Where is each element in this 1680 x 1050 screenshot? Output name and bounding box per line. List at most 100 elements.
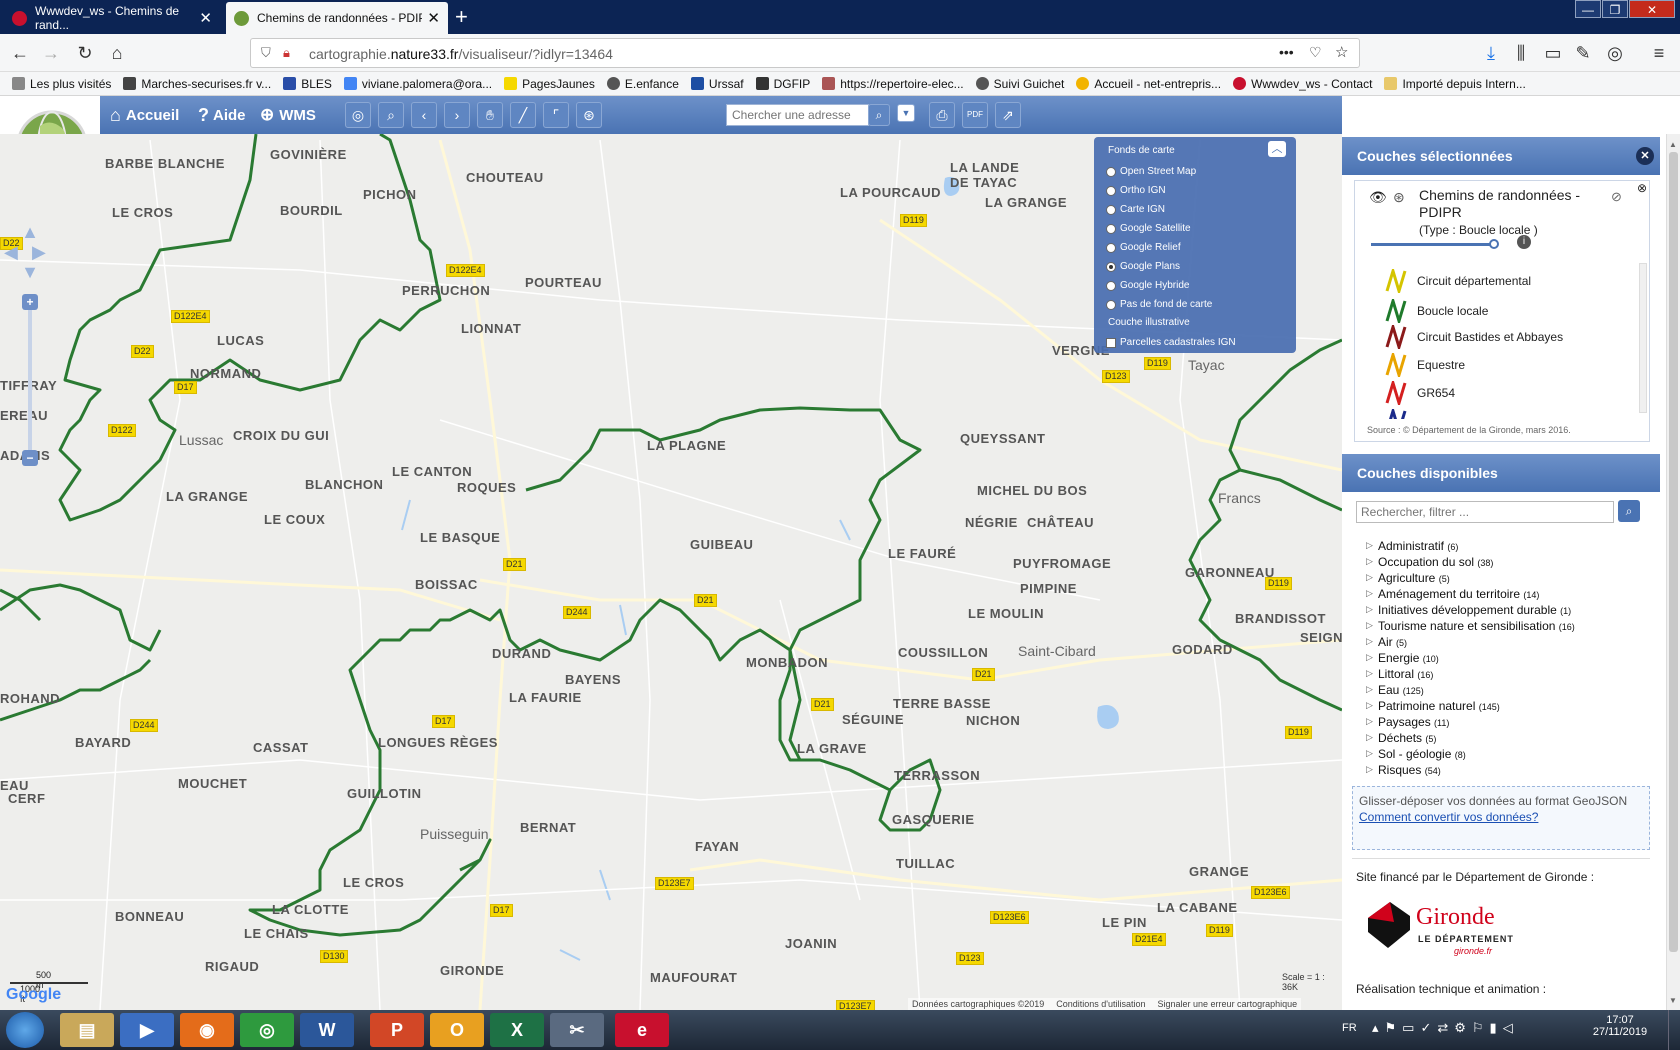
remove-layer-icon[interactable]: ⊗ bbox=[1637, 181, 1647, 195]
outlook-icon[interactable]: O bbox=[430, 1013, 484, 1047]
radio-button[interactable] bbox=[1106, 223, 1116, 234]
bookmark-item[interactable]: viviane.palomera@ora... bbox=[343, 77, 492, 91]
collapse-icon[interactable]: ︿ bbox=[1268, 141, 1286, 157]
basemap-option[interactable]: Google Hybride bbox=[1106, 280, 1189, 291]
radio-button[interactable] bbox=[1106, 166, 1116, 177]
language-indicator[interactable]: FR bbox=[1342, 1022, 1357, 1034]
close-tab-icon[interactable]: ✕ bbox=[199, 9, 212, 27]
basemap-option[interactable]: Pas de fond de carte bbox=[1106, 299, 1212, 310]
pen-icon[interactable]: ✎ bbox=[1570, 40, 1596, 66]
basemap-option[interactable]: Ortho IGN bbox=[1106, 185, 1166, 196]
category-item[interactable]: ▷ Patrimoine naturel (145) bbox=[1366, 699, 1500, 713]
search-options-icon[interactable]: ▼ bbox=[897, 104, 915, 122]
radio-button-selected[interactable] bbox=[1106, 261, 1116, 272]
expand-icon[interactable]: ▷ bbox=[1366, 684, 1373, 695]
pocket-icon[interactable]: ♡ bbox=[1309, 44, 1322, 61]
scroll-down-icon[interactable]: ▼ bbox=[1669, 996, 1677, 1005]
address-search-input[interactable] bbox=[726, 104, 869, 126]
back-button[interactable]: ← bbox=[7, 40, 33, 66]
expand-icon[interactable]: ▷ bbox=[1366, 748, 1373, 759]
radio-button[interactable] bbox=[1106, 280, 1116, 291]
search-icon[interactable]: ⌕ bbox=[1618, 500, 1640, 522]
app-icon[interactable]: e bbox=[615, 1013, 669, 1047]
basemap-option[interactable]: Google Relief bbox=[1106, 242, 1181, 253]
info-icon[interactable]: i bbox=[1517, 235, 1531, 249]
bookmark-folder[interactable]: Importé depuis Intern... bbox=[1384, 77, 1526, 91]
page-scrollbar[interactable]: ▲ ▼ bbox=[1666, 134, 1680, 1010]
gironde-logo[interactable]: Gironde LE DÉPARTEMENT gironde.fr bbox=[1364, 896, 1524, 958]
category-item[interactable]: ▷ Risques (54) bbox=[1366, 763, 1441, 777]
pan-up-icon[interactable]: ▲ bbox=[18, 222, 42, 242]
insecure-lock-icon[interactable]: 🔒︎ bbox=[283, 45, 290, 61]
report-error-link[interactable]: Signaler une erreur cartographique bbox=[1158, 999, 1298, 1009]
word-icon[interactable]: W bbox=[300, 1013, 354, 1047]
tools-icon[interactable]: ✂ bbox=[550, 1013, 604, 1047]
category-item[interactable]: ▷ Energie (10) bbox=[1366, 651, 1439, 665]
opacity-handle[interactable] bbox=[1489, 239, 1499, 249]
account-icon[interactable]: ◎ bbox=[1602, 40, 1628, 66]
tab-wwwdev[interactable]: Wwwdev_ws - Chemins de rand... ✕ bbox=[4, 2, 220, 34]
expand-icon[interactable]: ▷ bbox=[1366, 636, 1373, 647]
pan-down-icon[interactable]: ▼ bbox=[18, 262, 42, 282]
measure-area-button[interactable]: ⌜ bbox=[543, 102, 569, 128]
next-view-button[interactable]: › bbox=[444, 102, 470, 128]
maximize-button[interactable]: ❐ bbox=[1602, 0, 1628, 18]
close-tab-icon[interactable]: ✕ bbox=[427, 9, 440, 27]
expand-icon[interactable]: ▷ bbox=[1366, 556, 1373, 567]
previous-view-button[interactable]: ‹ bbox=[411, 102, 437, 128]
scroll-thumb[interactable] bbox=[1669, 152, 1678, 952]
tray-icons[interactable]: ▴⚑▭✓⇄⚙⚐▮◁ bbox=[1372, 1020, 1519, 1036]
firefox-icon[interactable]: ◉ bbox=[180, 1013, 234, 1047]
category-item[interactable]: ▷ Air (5) bbox=[1366, 635, 1407, 649]
forward-button[interactable]: → bbox=[38, 40, 64, 66]
expand-icon[interactable]: ▷ bbox=[1366, 588, 1373, 599]
home-nav[interactable]: ⌂ Accueil bbox=[110, 102, 179, 128]
expand-icon[interactable]: ▷ bbox=[1366, 540, 1373, 551]
expand-icon[interactable]: ▷ bbox=[1366, 572, 1373, 583]
expand-icon[interactable]: ▷ bbox=[1366, 652, 1373, 663]
new-tab-button[interactable]: + bbox=[455, 4, 468, 30]
downloads-icon[interactable]: ⤓ bbox=[1478, 40, 1504, 66]
category-item[interactable]: ▷ Tourisme nature et sensibilisation (16) bbox=[1366, 619, 1575, 633]
zoom-slider[interactable] bbox=[28, 310, 32, 450]
chrome-icon[interactable]: ◎ bbox=[240, 1013, 294, 1047]
tab-chemins[interactable]: Chemins de randonnées - PDIP ✕ bbox=[226, 2, 448, 34]
library-icon[interactable]: ⫼ bbox=[1508, 40, 1534, 66]
basemap-option[interactable]: Google Plans bbox=[1106, 261, 1180, 272]
category-item[interactable]: ▷ Paysages (11) bbox=[1366, 715, 1449, 729]
category-item[interactable]: ▷ Sol - géologie (8) bbox=[1366, 747, 1466, 761]
media-player-icon[interactable]: ▶ bbox=[120, 1013, 174, 1047]
bookmark-item[interactable]: Wwwdev_ws - Contact bbox=[1233, 77, 1372, 91]
expand-icon[interactable]: ▷ bbox=[1366, 700, 1373, 711]
bookmark-item[interactable]: PagesJaunes bbox=[504, 77, 595, 91]
bookmark-star-icon[interactable]: ☆ bbox=[1335, 43, 1348, 61]
reload-button[interactable]: ↻ bbox=[72, 40, 98, 66]
radio-button[interactable] bbox=[1106, 299, 1116, 310]
page-actions-icon[interactable]: ••• bbox=[1279, 44, 1294, 60]
eye-icon[interactable]: 👁︎ bbox=[1369, 189, 1387, 206]
bookmark-item[interactable]: Urssaf bbox=[690, 77, 744, 91]
bookmark-item[interactable]: DGFIP bbox=[755, 77, 810, 91]
zoom-out-button[interactable]: − bbox=[22, 450, 38, 466]
basemap-option[interactable]: Open Street Map bbox=[1106, 166, 1196, 177]
basemap-option[interactable]: Google Satellite bbox=[1106, 223, 1191, 234]
bookmark-item[interactable]: BLES bbox=[283, 77, 332, 91]
illustrative-option[interactable]: Parcelles cadastrales IGN bbox=[1106, 337, 1236, 348]
category-item[interactable]: ▷ Agriculture (5) bbox=[1366, 571, 1450, 585]
category-item[interactable]: ▷ Administratif (6) bbox=[1366, 539, 1458, 553]
radio-button[interactable] bbox=[1106, 185, 1116, 196]
excel-icon[interactable]: X bbox=[490, 1013, 544, 1047]
locate-button[interactable]: ⊛ bbox=[576, 102, 602, 128]
terms-link[interactable]: Conditions d'utilisation bbox=[1056, 999, 1145, 1009]
legend-scrollbar[interactable] bbox=[1639, 263, 1647, 413]
expand-icon[interactable]: ▷ bbox=[1366, 620, 1373, 631]
category-item[interactable]: ▷ Déchets (5) bbox=[1366, 731, 1436, 745]
category-item[interactable]: ▷ Aménagement du territoire (14) bbox=[1366, 587, 1539, 601]
close-window-button[interactable]: ✕ bbox=[1629, 0, 1675, 18]
explorer-icon[interactable]: ▤ bbox=[60, 1013, 114, 1047]
expand-icon[interactable]: ▷ bbox=[1366, 668, 1373, 679]
search-icon[interactable]: ⌕ bbox=[868, 104, 890, 126]
start-button[interactable] bbox=[6, 1012, 44, 1048]
close-panel-icon[interactable]: ✕ bbox=[1636, 147, 1654, 165]
basemap-option[interactable]: Carte IGN bbox=[1106, 204, 1165, 215]
